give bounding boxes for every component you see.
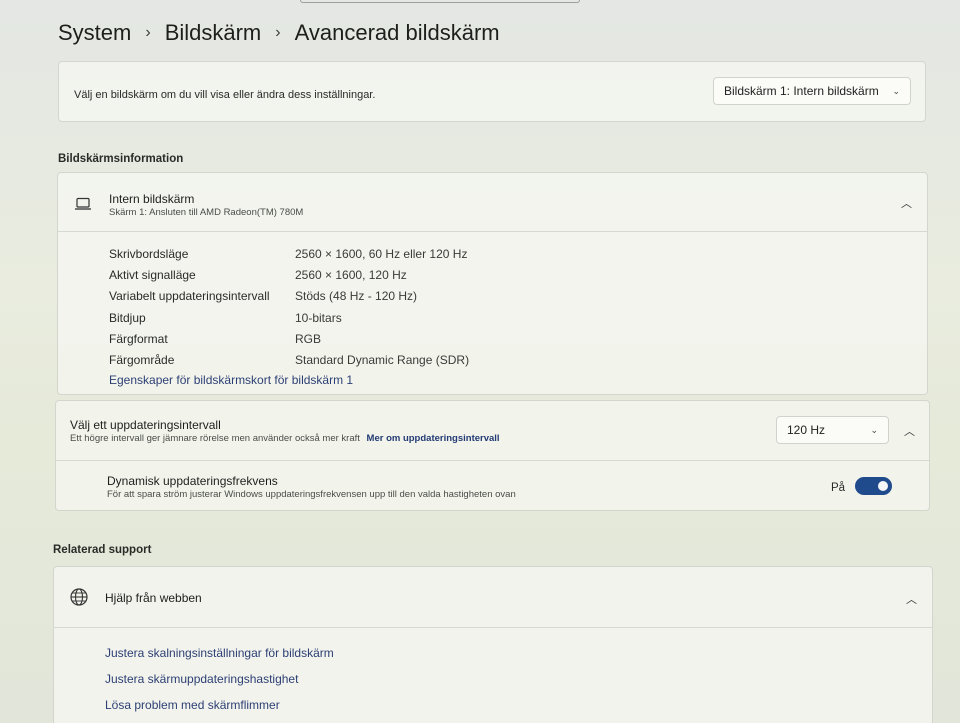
- support-links: Justera skalningsinställningar för bilds…: [105, 646, 334, 723]
- display-info-card: Intern bildskärm Skärm 1: Ansluten till …: [57, 172, 928, 395]
- adapter-properties-link[interactable]: Egenskaper för bildskärmskort för bildsk…: [109, 373, 353, 387]
- breadcrumb-display[interactable]: Bildskärm: [165, 20, 262, 46]
- learn-more-link[interactable]: Mer om uppdateringsintervall: [367, 433, 500, 444]
- support-card: Hjälp från webben ︿ Justera skalningsins…: [53, 566, 933, 723]
- info-value: 2560 × 1600, 60 Hz eller 120 Hz: [295, 246, 468, 261]
- info-value: 2560 × 1600, 120 Hz: [295, 267, 407, 282]
- dynamic-refresh-toggle[interactable]: [855, 477, 892, 495]
- info-value: Standard Dynamic Range (SDR): [295, 353, 470, 368]
- display-name: Intern bildskärm: [109, 192, 195, 206]
- refresh-rate-title: Välj ett uppdateringsintervall: [70, 418, 221, 432]
- refresh-rate-card: Välj ett uppdateringsintervall Ett högre…: [55, 400, 930, 511]
- divider: [54, 627, 932, 628]
- info-value: 10-bitars: [295, 310, 342, 325]
- web-help-title: Hjälp från webben: [105, 591, 202, 605]
- info-label: Bitdjup: [109, 310, 146, 325]
- info-label: Skrivbordsläge: [109, 246, 189, 261]
- info-label: Variabelt uppdateringsintervall: [109, 289, 270, 304]
- refresh-rate-value: 120 Hz: [787, 423, 826, 437]
- toggle-state-label: På: [831, 482, 846, 494]
- dynamic-refresh-title: Dynamisk uppdateringsfrekvens: [107, 474, 278, 488]
- divider: [58, 231, 927, 232]
- chevron-up-icon[interactable]: ︿: [906, 591, 917, 607]
- chevron-right-icon: ›: [275, 24, 281, 41]
- toggle-knob: [878, 481, 888, 491]
- info-label: Färgområde: [109, 353, 175, 368]
- display-info-heading: Bildskärmsinformation: [58, 153, 184, 165]
- dynamic-refresh-subtitle: För att spara ström justerar Windows upp…: [107, 489, 516, 500]
- chevron-up-icon[interactable]: ︿: [901, 195, 912, 211]
- display-select-card: Välj en bildskärm om du vill visa eller …: [58, 61, 926, 122]
- info-row: Färgformat RGB: [109, 328, 469, 349]
- display-subtitle: Skärm 1: Ansluten till AMD Radeon(TM) 78…: [109, 207, 304, 218]
- globe-icon: [70, 588, 88, 606]
- chevron-down-icon: ⌄: [892, 85, 900, 96]
- divider: [56, 460, 929, 461]
- support-link-refresh-rate[interactable]: Justera skärmuppdateringshastighet: [105, 672, 334, 698]
- display-dropdown[interactable]: Bildskärm 1: Intern bildskärm ⌄: [713, 77, 911, 105]
- refresh-rate-description: Ett högre intervall ger jämnare rörelse …: [70, 433, 360, 444]
- info-label: Färgformat: [109, 331, 168, 346]
- support-link-flicker[interactable]: Lösa problem med skärmflimmer: [105, 698, 334, 723]
- display-select-prompt: Välj en bildskärm om du vill visa eller …: [74, 89, 376, 101]
- breadcrumb-system[interactable]: System: [58, 20, 131, 46]
- info-value: Stöds (48 Hz - 120 Hz): [295, 289, 418, 304]
- info-label: Aktivt signalläge: [109, 267, 196, 282]
- info-row: Aktivt signalläge 2560 × 1600, 120 Hz: [109, 264, 469, 285]
- chevron-down-icon: ⌄: [870, 424, 878, 435]
- laptop-icon: [75, 197, 91, 210]
- refresh-rate-subtitle: Ett högre intervall ger jämnare rörelse …: [70, 433, 500, 444]
- display-info-list: Skrivbordsläge 2560 × 1600, 60 Hz eller …: [109, 243, 469, 371]
- info-row: Skrivbordsläge 2560 × 1600, 60 Hz eller …: [109, 243, 469, 264]
- info-row: Bitdjup 10-bitars: [109, 307, 469, 328]
- window-edge: [300, 0, 580, 3]
- info-row: Variabelt uppdateringsintervall Stöds (4…: [109, 286, 469, 307]
- info-value: RGB: [295, 331, 322, 346]
- chevron-right-icon: ›: [145, 24, 151, 41]
- refresh-rate-dropdown[interactable]: 120 Hz ⌄: [776, 416, 889, 444]
- info-row: Färgområde Standard Dynamic Range (SDR): [109, 349, 469, 370]
- chevron-up-icon[interactable]: ︿: [904, 423, 915, 439]
- page-title: Avancerad bildskärm: [294, 20, 500, 45]
- breadcrumb: System › Bildskärm › Avancerad bildskärm: [58, 18, 500, 48]
- display-dropdown-value: Bildskärm 1: Intern bildskärm: [724, 84, 879, 98]
- related-support-heading: Relaterad support: [53, 544, 152, 556]
- support-link-scaling[interactable]: Justera skalningsinställningar för bilds…: [105, 646, 334, 672]
